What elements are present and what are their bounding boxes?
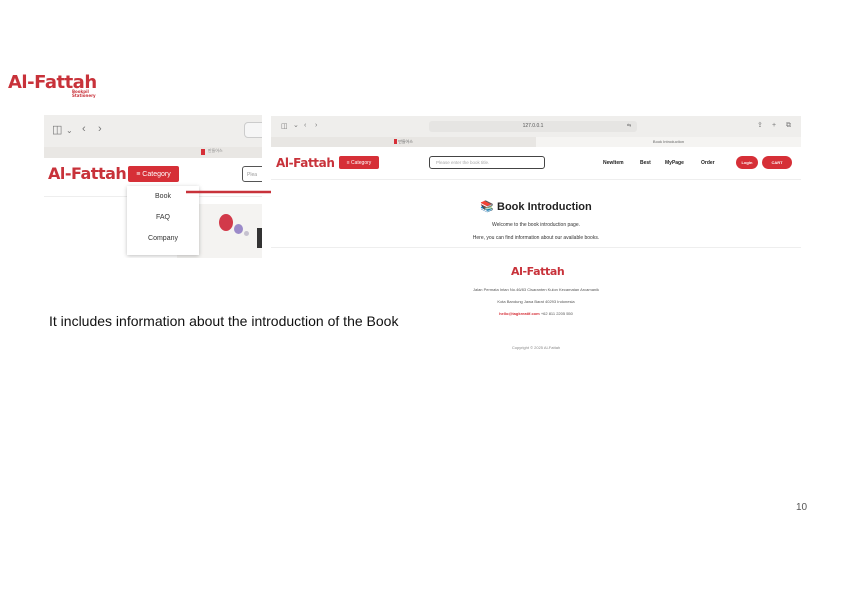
footer-phone: +62 811 2205 550	[540, 311, 573, 316]
banner-edge	[257, 228, 262, 248]
nav-order[interactable]: Order	[701, 160, 715, 166]
balloon-purple	[234, 224, 243, 234]
slide-logo-subtitle: Bookpil Stationery	[72, 89, 96, 98]
nav-best[interactable]: Best	[640, 160, 651, 166]
browser-toolbar: ◫ ⌄ ‹ ›	[44, 115, 262, 148]
page-viewport: Al-Fattah ≡ Category Plea Book FAQ Compa…	[44, 158, 262, 258]
back-icon[interactable]: ‹	[82, 124, 86, 135]
page-number: 10	[796, 502, 808, 513]
forward-icon[interactable]: ›	[98, 124, 102, 135]
site-logo-text: Al-Fattah	[276, 156, 335, 170]
info-text: Here, you can find information about our…	[472, 235, 600, 241]
page-title: 📚 Book Introduction	[480, 201, 592, 213]
chevron-down-icon[interactable]: ⌄	[66, 125, 73, 136]
site-header: Al-Fattah ≡ Category Please enter the bo…	[271, 147, 801, 180]
nav-mypage[interactable]: MyPage	[665, 160, 684, 166]
category-button[interactable]: ≡ Category	[128, 166, 179, 182]
nav-newitem[interactable]: NewItem	[603, 160, 624, 166]
footer-copyright: Copyright © 2025 Al-Fattah	[511, 345, 561, 350]
footer-address: Jalan Permata Intan No.46/83 Cisaranten …	[472, 287, 600, 292]
forward-icon[interactable]: ›	[315, 122, 317, 130]
new-tab-icon[interactable]: +	[772, 122, 776, 130]
sidebar-icon[interactable]: ◫	[281, 123, 288, 131]
share-icon[interactable]: ⇪	[757, 122, 763, 130]
address-bar[interactable]	[244, 122, 262, 138]
site-logo[interactable]: Al-Fattah	[48, 164, 127, 184]
content-divider	[271, 247, 801, 248]
login-button[interactable]: Login	[736, 156, 758, 169]
tab-1[interactable]: 만들어스	[271, 137, 536, 147]
tab-2-title: Book Introduction	[652, 139, 685, 144]
dropdown-item-company[interactable]: Company	[127, 228, 199, 249]
cart-button[interactable]: CART	[762, 156, 792, 169]
tab-1-title: 만들어스	[398, 139, 413, 144]
slide-caption: It includes information about the introd…	[49, 313, 399, 329]
translate-icon[interactable]: ⇆	[627, 122, 631, 130]
tabs-icon[interactable]: ⧉	[786, 122, 791, 130]
slide-logo: Al-Fattah Bookpil Stationery	[8, 72, 97, 98]
search-input[interactable]: Plea	[242, 166, 262, 182]
footer-email[interactable]: hello@tagkreatif.com	[499, 311, 540, 316]
favicon	[394, 139, 398, 145]
search-input[interactable]: Please enter the book title.	[429, 156, 545, 169]
site-logo-text: Al-Fattah	[48, 164, 127, 183]
balloon-red	[219, 214, 233, 231]
back-icon[interactable]: ‹	[304, 122, 306, 130]
tab-title[interactable]: 만들어스	[208, 148, 223, 154]
balloon-small	[244, 231, 249, 236]
footer-logo-text: Al-Fattah	[511, 265, 565, 278]
address-bar[interactable]: 127.0.0.1	[429, 121, 637, 132]
tab-2[interactable]: Book Introduction	[536, 137, 801, 147]
footer-logo: Al-Fattah	[511, 262, 565, 280]
tab-bar: 만들어스	[44, 147, 262, 158]
dropdown-item-faq[interactable]: FAQ	[127, 207, 199, 228]
chevron-down-icon[interactable]: ⌄	[293, 122, 299, 130]
sidebar-icon[interactable]: ◫	[52, 125, 62, 136]
footer-city: Kota Bandung Jawa Barat 40293 Indonesia	[497, 299, 575, 304]
browser-toolbar: ◫ ⌄ ‹ › 127.0.0.1 ⇆ ⇪ + ⧉	[271, 116, 801, 137]
category-button[interactable]: ≡ Category	[339, 156, 379, 169]
site-logo[interactable]: Al-Fattah	[276, 154, 335, 172]
welcome-text: Welcome to the book introduction page.	[491, 222, 581, 228]
favicon	[201, 149, 205, 155]
tab-bar: 만들어스 Book Introduction	[271, 137, 801, 147]
